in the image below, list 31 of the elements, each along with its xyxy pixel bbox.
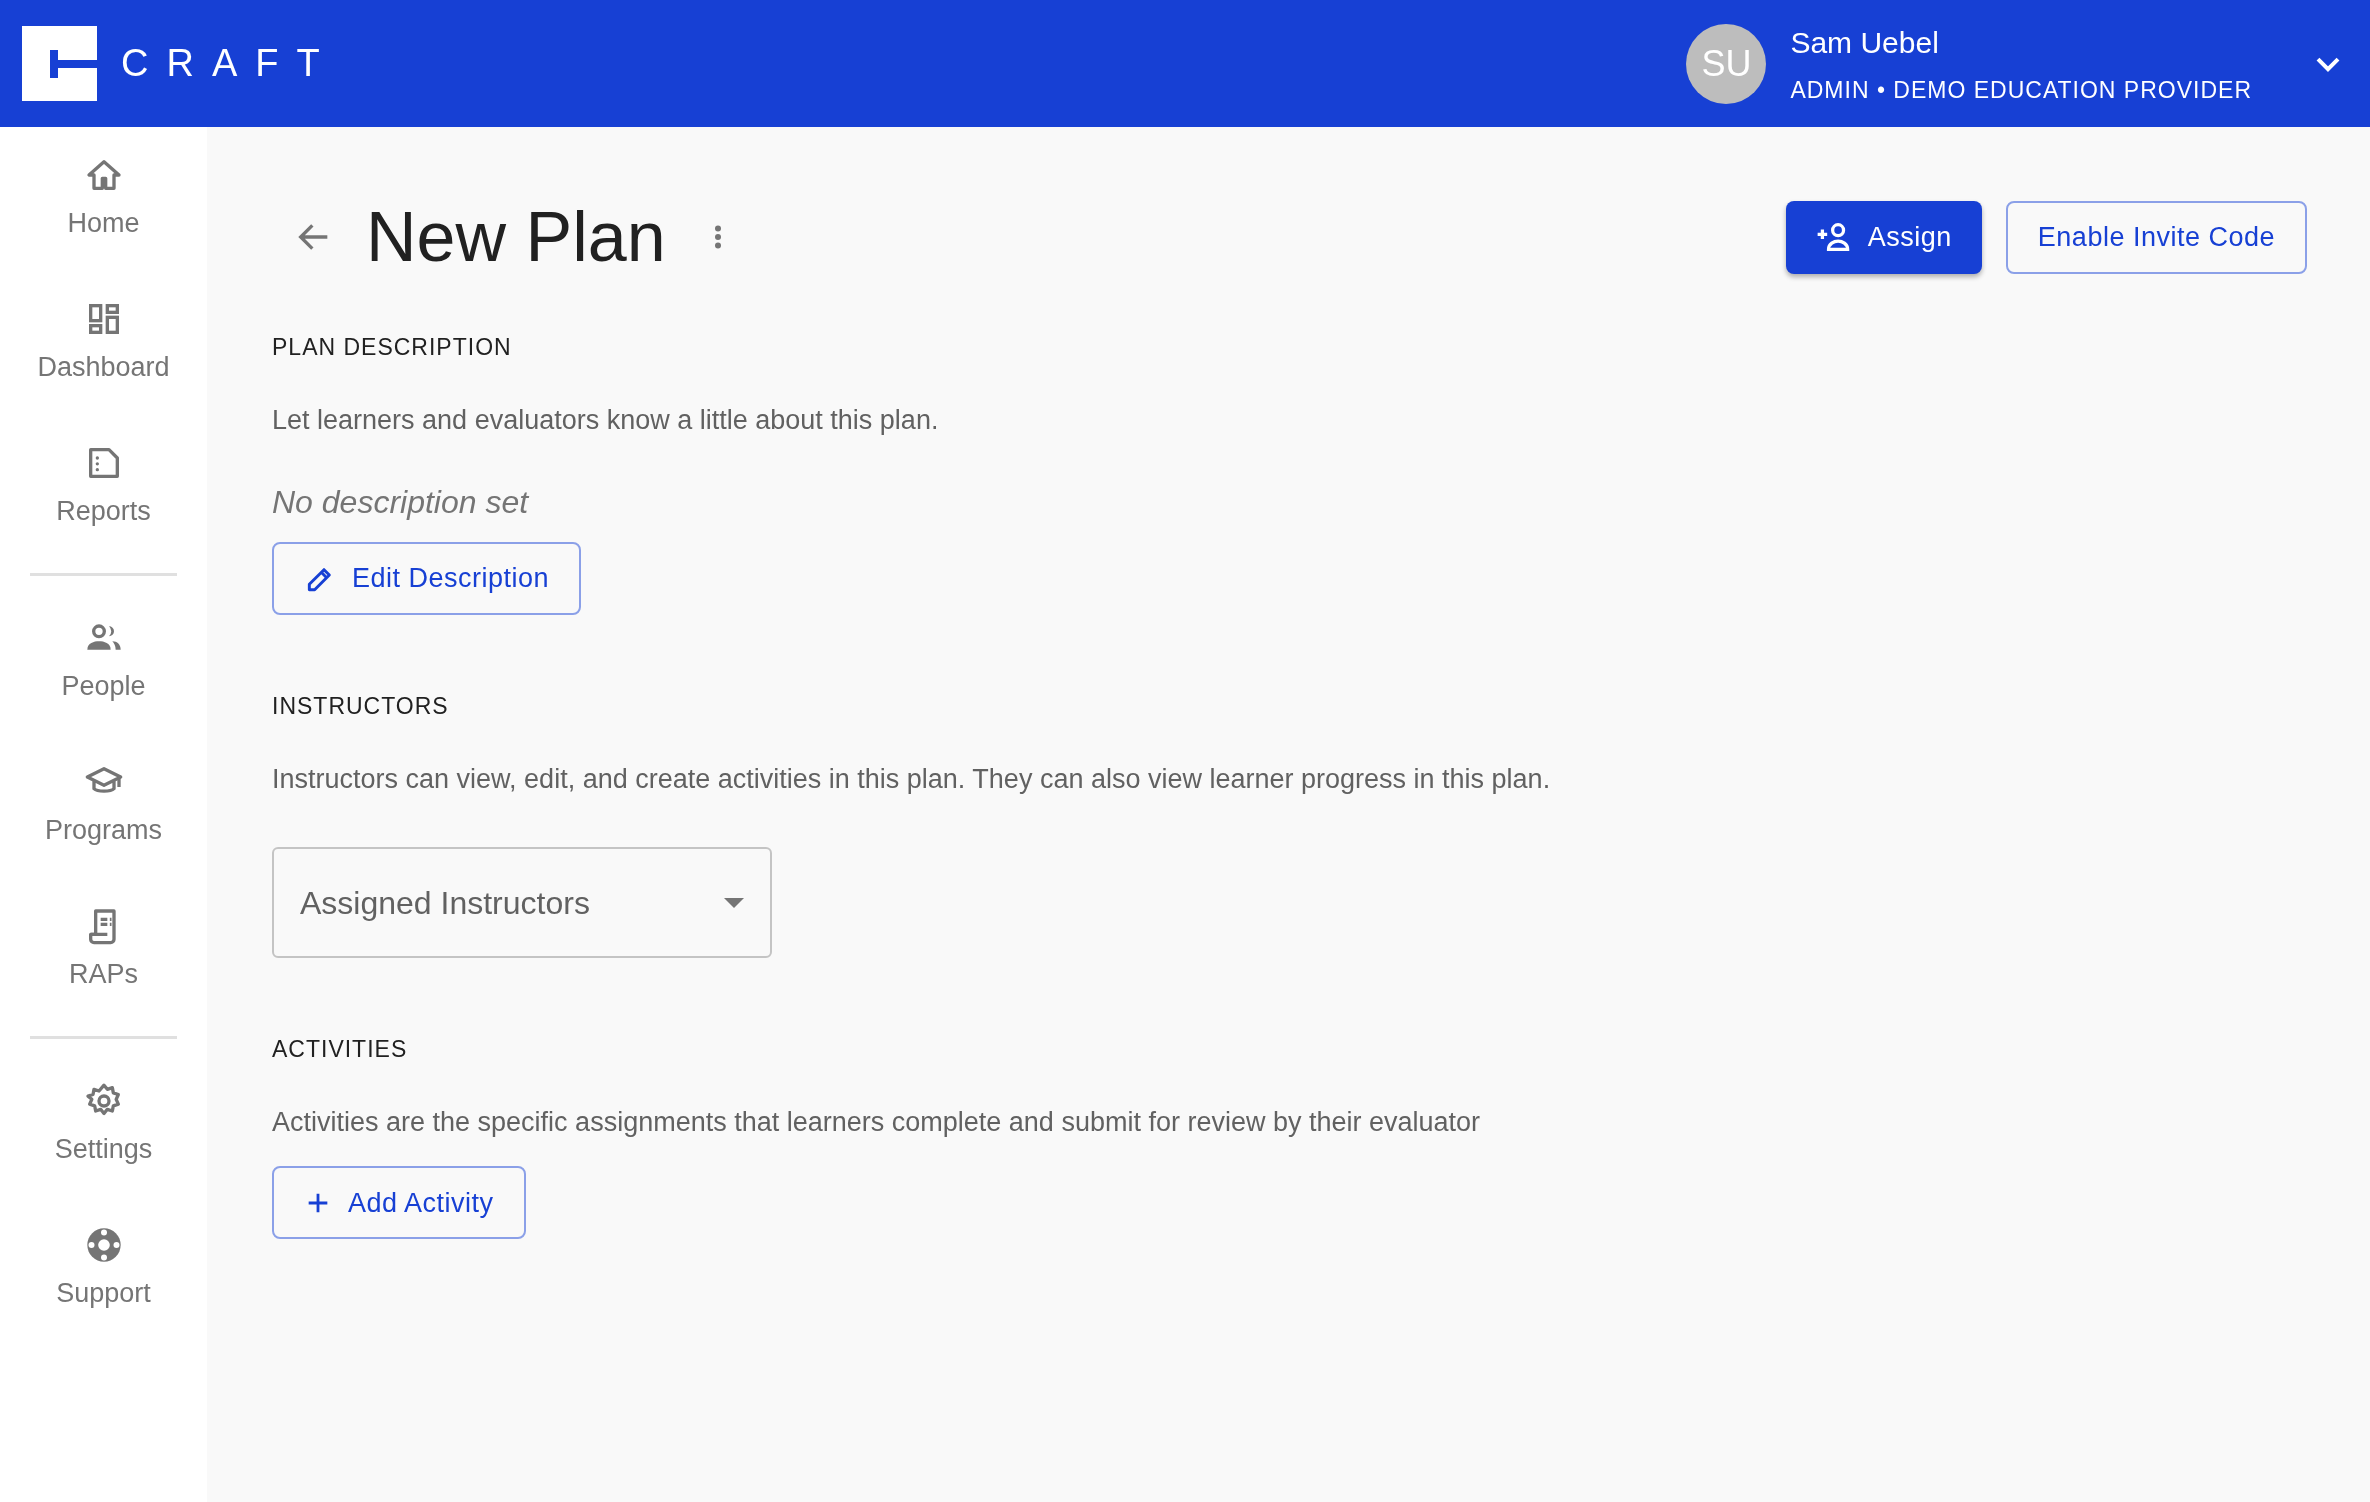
dropdown-caret-icon (724, 897, 744, 908)
page-title: New Plan (366, 197, 666, 278)
sidebar-item[interactable]: RAPs (0, 878, 207, 1022)
section-description: Activities are the specific assignments that learners complete and submit for review by their evaluator (272, 1105, 1482, 1139)
edit-description-button[interactable]: Edit Description (272, 542, 582, 616)
section-description: Let learners and evaluators know a little about this plan. (272, 403, 940, 437)
sidebar-item[interactable]: Home (0, 127, 207, 271)
sidebar-item[interactable]: Dashboard (0, 271, 207, 415)
avatar: SU (1686, 23, 1767, 104)
invite-code-button[interactable]: Enable Invite Code (2005, 200, 2307, 274)
more-options-button[interactable] (713, 224, 722, 250)
section-heading: ACTIVITIES (272, 1036, 409, 1064)
user-role: ADMIN • DEMO EDUCATION PROVIDER (1790, 75, 2252, 105)
empty-description-note: No description set (272, 483, 530, 523)
user-name: Sam Uebel (1790, 24, 1940, 61)
section-heading: PLAN DESCRIPTION (272, 334, 513, 362)
sidebar-item[interactable]: Reports (0, 415, 207, 559)
logo-icon (22, 26, 97, 101)
chevron-down-icon (2316, 56, 2340, 72)
assign-button[interactable]: Assign (1785, 200, 1982, 274)
sidebar-item[interactable]: Support (0, 1197, 207, 1341)
sidebar-item[interactable]: Settings (0, 1053, 207, 1197)
instructors-select[interactable]: Assigned Instructors (272, 847, 772, 959)
add-activity-button[interactable]: Add Activity (272, 1166, 526, 1240)
more-options-icon (713, 224, 722, 250)
logo-text: CRAFT (121, 41, 338, 86)
sidebar-item[interactable]: Programs (0, 734, 207, 878)
sidebar-item[interactable]: People (0, 590, 207, 734)
add-person-icon (1815, 222, 1852, 252)
section-heading: INSTRUCTORS (272, 693, 450, 721)
section-description: Instructors can view, edit, and create activities in this plan. They can also view learner progress in this plan. (272, 762, 1552, 796)
